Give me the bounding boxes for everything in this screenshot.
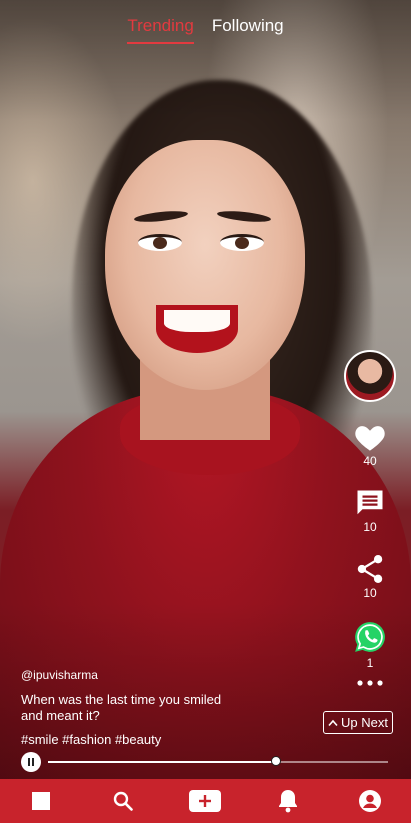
whatsapp-action[interactable]: 1 [353,620,387,670]
caption-text: When was the last time you smiled and me… [21,692,222,723]
search-icon[interactable] [113,791,134,811]
bell-icon[interactable] [277,789,299,813]
video-feed-screen: Trending Following 40 10 10 1 @ipuvishar… [0,0,411,823]
action-column: 40 10 10 1 [344,350,396,688]
tab-following[interactable]: Following [212,16,284,44]
share-icon[interactable] [356,554,384,584]
more-dots-icon[interactable] [356,678,384,688]
comment-action[interactable]: 10 [355,488,385,534]
right-eye [220,234,264,251]
home-icon[interactable] [32,792,51,810]
feed-tabs: Trending Following [0,16,411,44]
heart-icon[interactable] [353,422,387,452]
like-action[interactable]: 40 [353,422,387,468]
left-eye [138,234,182,251]
up-next-label: Up Next [341,715,388,730]
teeth [164,310,230,332]
add-icon[interactable] [189,790,222,812]
profile-icon[interactable] [358,790,381,812]
hashtags[interactable]: #smile #fashion #beauty [21,732,241,747]
nav-search[interactable] [103,781,143,821]
bottom-nav [0,779,411,823]
tab-trending[interactable]: Trending [127,16,194,44]
chevron-up-icon [328,719,338,726]
nav-add[interactable] [185,781,225,821]
up-next-button[interactable]: Up Next [323,711,393,734]
nav-notifications[interactable] [268,781,308,821]
playback-bar [21,752,389,772]
share-count: 10 [363,586,377,600]
video-caption: @ipuvisharma When was the last time you … [21,668,241,747]
comment-icon[interactable] [355,488,385,518]
more-action[interactable] [356,678,384,688]
whatsapp-icon[interactable] [353,620,387,654]
like-count: 40 [363,454,377,468]
creator-username[interactable]: @ipuvisharma [21,668,241,682]
progress-fill [48,761,276,763]
pause-icon-bar-right [32,758,34,766]
pause-button[interactable] [21,752,41,772]
nav-profile[interactable] [350,781,390,821]
creator-avatar[interactable] [344,350,396,402]
share-action[interactable]: 10 [356,554,384,600]
whatsapp-count: 1 [366,656,374,670]
pause-icon-bar-left [28,758,30,766]
comment-count: 10 [363,520,377,534]
progress-thumb[interactable] [271,756,281,766]
nav-home[interactable] [21,781,61,821]
